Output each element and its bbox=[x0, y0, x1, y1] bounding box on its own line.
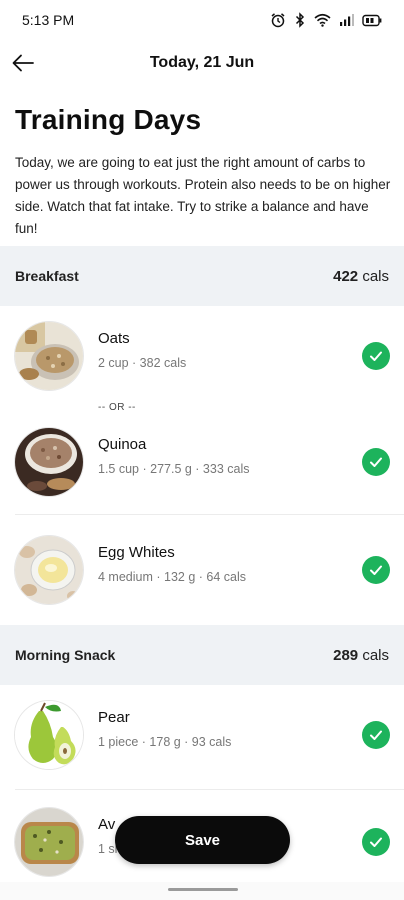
section-calories-value: 289 bbox=[333, 646, 359, 664]
check-button[interactable] bbox=[362, 828, 390, 856]
section-header-breakfast: Breakfast 422 cals bbox=[0, 246, 404, 306]
top-app-bar: Today, 21 Jun bbox=[0, 42, 404, 84]
check-button[interactable] bbox=[362, 721, 390, 749]
status-bar: 5:13 PM bbox=[0, 0, 404, 40]
status-icons bbox=[270, 12, 382, 28]
food-name: Oats bbox=[98, 330, 130, 347]
wifi-icon bbox=[314, 13, 331, 27]
check-button[interactable] bbox=[362, 556, 390, 584]
alarm-icon bbox=[270, 12, 286, 28]
arrow-left-icon bbox=[12, 54, 34, 72]
section-calories: 289 cals bbox=[333, 647, 389, 664]
food-meta: 4 medium · 132 g · 64 cals bbox=[98, 570, 246, 584]
bluetooth-icon bbox=[294, 12, 306, 28]
system-nav-bar bbox=[0, 882, 404, 900]
food-item-egg-whites[interactable]: Egg Whites 4 medium · 132 g · 64 cals bbox=[0, 530, 404, 610]
checkmark-icon bbox=[370, 565, 382, 575]
avocado-toast-image bbox=[15, 808, 83, 876]
food-name: Egg Whites bbox=[98, 544, 175, 561]
section-calories: 422 cals bbox=[333, 268, 389, 285]
app-screen: 5:13 PM Today, 21 Jun Training Days Toda… bbox=[0, 0, 404, 900]
checkmark-icon bbox=[370, 730, 382, 740]
food-name: Quinoa bbox=[98, 436, 147, 453]
oats-image bbox=[15, 322, 83, 390]
section-name: Morning Snack bbox=[15, 647, 116, 663]
checkmark-icon bbox=[370, 837, 382, 847]
section-calories-value: 422 bbox=[333, 267, 359, 285]
quinoa-image bbox=[15, 428, 83, 496]
intro-description: Today, we are going to eat just the righ… bbox=[15, 155, 391, 236]
pear-image bbox=[15, 701, 83, 769]
section-header-morning-snack: Morning Snack 289 cals bbox=[0, 625, 404, 685]
divider bbox=[15, 514, 404, 515]
back-button[interactable] bbox=[10, 50, 36, 76]
food-item-pear[interactable]: Pear 1 piece · 178 g · 93 cals bbox=[0, 695, 404, 775]
divider bbox=[15, 789, 404, 790]
food-item-oats[interactable]: Oats 2 cup · 382 cals bbox=[0, 316, 404, 396]
or-separator: -- OR -- bbox=[98, 402, 136, 413]
egg-whites-image bbox=[15, 536, 83, 604]
save-button[interactable]: Save bbox=[115, 816, 290, 864]
food-name: Av bbox=[98, 816, 116, 833]
status-time: 5:13 PM bbox=[22, 12, 75, 28]
food-item-quinoa[interactable]: Quinoa 1.5 cup · 277.5 g · 333 cals bbox=[0, 422, 404, 502]
page-title: Training Days bbox=[15, 104, 202, 135]
section-name: Breakfast bbox=[15, 268, 79, 284]
check-button[interactable] bbox=[362, 448, 390, 476]
checkmark-icon bbox=[370, 351, 382, 361]
home-indicator[interactable] bbox=[168, 888, 238, 891]
food-meta: 2 cup · 382 cals bbox=[98, 356, 187, 370]
section-calories-unit: cals bbox=[362, 267, 389, 285]
food-name: Pear bbox=[98, 709, 130, 726]
checkmark-icon bbox=[370, 457, 382, 467]
check-button[interactable] bbox=[362, 342, 390, 370]
section-calories-unit: cals bbox=[362, 646, 389, 664]
signal-icon bbox=[339, 13, 354, 27]
header-date-title: Today, 21 Jun bbox=[149, 54, 255, 71]
battery-icon bbox=[362, 14, 382, 27]
food-meta: 1.5 cup · 277.5 g · 333 cals bbox=[98, 462, 250, 476]
food-meta: 1 piece · 178 g · 93 cals bbox=[98, 735, 232, 749]
